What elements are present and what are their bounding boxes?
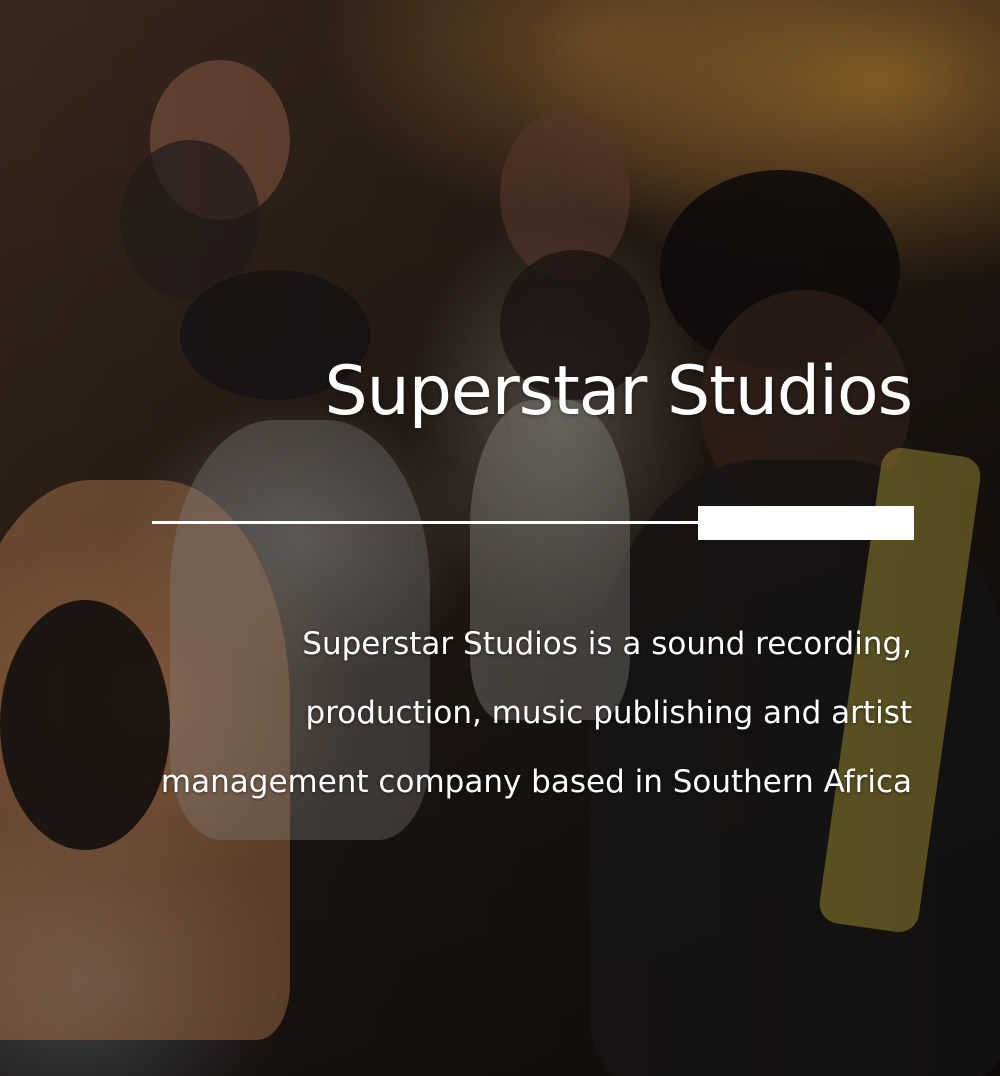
hero-section: Superstar Studios Superstar Studios is a… — [0, 0, 1000, 1076]
divider-accent-block — [698, 506, 914, 540]
hero-title: Superstar Studios — [324, 352, 913, 431]
hero-description: Superstar Studios is a sound recording, … — [160, 626, 912, 800]
